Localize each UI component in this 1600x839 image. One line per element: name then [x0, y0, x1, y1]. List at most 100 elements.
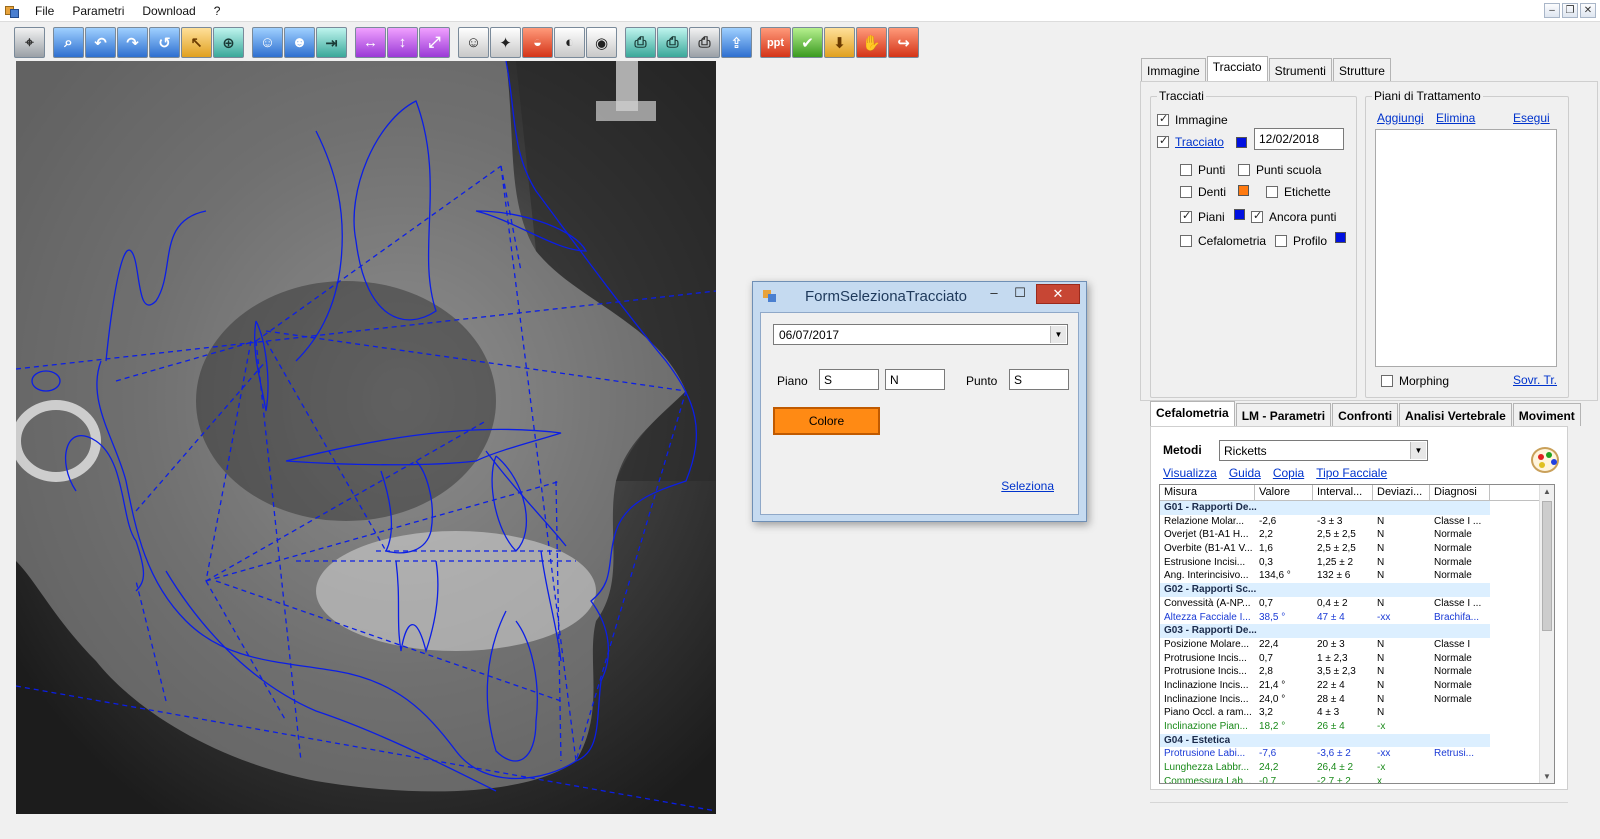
flip-horizontal-icon[interactable]: ↔ [355, 27, 386, 58]
table-row[interactable]: Ang. Interincisivo... 134,6 ° 132 ± 6 N Norm… [1160, 569, 1554, 583]
sovr-tr-link[interactable]: Sovr. Tr. [1513, 373, 1557, 387]
table-row[interactable]: Overbite (B1-A1 V... 1,6 2,5 ± 2,5 N Normale [1160, 542, 1554, 556]
piano-input-2[interactable]: N [885, 369, 945, 390]
piani-checkbox[interactable]: Piani [1180, 209, 1225, 224]
patient-icon[interactable]: ☺ [252, 27, 283, 58]
column-intervallo[interactable]: Interval... [1313, 485, 1373, 500]
table-row[interactable]: Protrusione Incis... 0,7 1 ± 2,3 N Normale [1160, 652, 1554, 666]
colore-button[interactable]: Colore [773, 407, 880, 435]
chevron-down-icon[interactable]: ▼ [1410, 442, 1426, 459]
exit-icon[interactable]: ↪ [888, 27, 919, 58]
tab-tracciato[interactable]: Tracciato [1206, 56, 1268, 81]
tipo-facciale-link[interactable]: Tipo Facciale [1316, 466, 1387, 480]
print-preview-icon[interactable]: ⎙ [657, 27, 688, 58]
face-profile-icon[interactable]: ◐ [554, 27, 585, 58]
dialog-maximize-icon[interactable]: ☐ [1008, 284, 1032, 304]
table-row[interactable]: Inclinazione Incis... 21,4 ° 22 ± 4 N Normal… [1160, 679, 1554, 693]
denti-color-swatch[interactable] [1238, 185, 1249, 196]
cephalometric-xray-image[interactable] [16, 61, 716, 814]
esegui-link[interactable]: Esegui [1513, 111, 1550, 125]
rotate-left-icon[interactable]: ↶ [85, 27, 116, 58]
tab-cefalometria[interactable]: Cefalometria [1150, 401, 1235, 426]
table-row[interactable]: Posizione Molare... 22,4 20 ± 3 N Classe I [1160, 638, 1554, 652]
column-misura[interactable]: Misura [1160, 485, 1255, 500]
minimize-icon[interactable]: – [1544, 3, 1560, 18]
piani-color-swatch[interactable] [1234, 209, 1245, 220]
table-row[interactable]: Altezza Facciale I... 38,5 ° 47 ± 4 -xx Brac… [1160, 611, 1554, 625]
punto-input[interactable]: S [1009, 369, 1069, 390]
tracciato-link[interactable]: Tracciato [1175, 135, 1224, 149]
table-row[interactable]: Convessità (A-NP... 0,7 0,4 ± 2 N Classe I .… [1160, 597, 1554, 611]
group-row[interactable]: G03 - Rapporti De... [1160, 624, 1490, 638]
menu-parametri[interactable]: Parametri [63, 4, 133, 18]
date-select[interactable]: 06/07/2017 ▼ [773, 324, 1068, 345]
profilo-checkbox[interactable]: Profilo [1275, 234, 1327, 248]
import-icon[interactable]: ⇥ [316, 27, 347, 58]
cefalometria-checkbox[interactable]: Cefalometria [1180, 234, 1266, 248]
export-icon[interactable]: ⇪ [721, 27, 752, 58]
morphing-checkbox[interactable]: Morphing [1381, 374, 1449, 388]
metodi-select[interactable]: Ricketts ▼ [1219, 440, 1428, 461]
chevron-down-icon[interactable]: ▼ [1050, 326, 1066, 343]
hand-icon[interactable]: ✋ [856, 27, 887, 58]
profilo-color-swatch[interactable] [1335, 232, 1346, 243]
resize-icon[interactable]: ⤢ [419, 27, 450, 58]
column-valore[interactable]: Valore [1255, 485, 1313, 500]
dialog-title-bar[interactable]: FormSelezionaTracciato – ☐ ✕ [753, 282, 1086, 310]
table-row[interactable]: Inclinazione Incis... 24,0 ° 28 ± 4 N Normal… [1160, 693, 1554, 707]
patient-search-icon[interactable]: ☻ [284, 27, 315, 58]
reset-view-icon[interactable]: ↺ [149, 27, 180, 58]
print-icon[interactable]: ⎙ [625, 27, 656, 58]
group-row[interactable]: G02 - Rapporti Sc... [1160, 583, 1490, 597]
tab-confronti[interactable]: Confronti [1332, 403, 1399, 426]
tab-immagine[interactable]: Immagine [1141, 58, 1206, 81]
tab-analisi-vertebrale[interactable]: Analisi Vertebrale [1399, 403, 1512, 426]
visualizza-link[interactable]: Visualizza [1163, 466, 1217, 480]
copia-link[interactable]: Copia [1273, 466, 1304, 480]
download-icon[interactable]: ⬇ [824, 27, 855, 58]
measurements-grid[interactable]: Misura Valore Interval... Deviazi... Dia… [1159, 484, 1555, 784]
aggiungi-link[interactable]: Aggiungi [1377, 111, 1424, 125]
ancora-punti-checkbox[interactable]: Ancora punti [1251, 209, 1336, 224]
dialog-close-icon[interactable]: ✕ [1036, 284, 1080, 304]
menu-download[interactable]: Download [133, 4, 204, 18]
table-row[interactable]: Lunghezza Labbr... 24,2 26,4 ± 2 -x [1160, 761, 1554, 775]
tracciato-date-field[interactable]: 12/02/2018 [1254, 128, 1344, 150]
column-diagnosi[interactable]: Diagnosi [1430, 485, 1490, 500]
scroll-up-icon[interactable]: ▲ [1543, 487, 1551, 496]
table-row[interactable]: Commessura Lab... -0,7 -2,7 ± 2 x [1160, 775, 1554, 783]
elimina-link[interactable]: Elimina [1436, 111, 1475, 125]
powerpoint-icon[interactable]: ppt [760, 27, 791, 58]
tracciato-color-swatch[interactable] [1236, 137, 1247, 148]
table-row[interactable]: Protrusione Labi... -7,6 -3,6 ± 2 -xx Retrus… [1160, 747, 1554, 761]
magnifier-icon[interactable]: ⊕ [213, 27, 244, 58]
tab-moviment[interactable]: Moviment [1512, 403, 1581, 426]
tab-lm-parametri[interactable]: LM - Parametri [1235, 403, 1332, 426]
close-icon[interactable]: ✕ [1580, 3, 1596, 18]
menu-file[interactable]: File [26, 4, 63, 18]
piano-input-1[interactable]: S [819, 369, 879, 390]
seleziona-link[interactable]: Seleziona [1001, 479, 1054, 493]
menu-help[interactable]: ? [205, 4, 230, 18]
denti-checkbox[interactable]: Denti [1180, 185, 1226, 199]
ruler-icon[interactable]: ⌖ [14, 27, 45, 58]
tab-strutture[interactable]: Strutture [1332, 58, 1391, 81]
eye-icon[interactable]: ◉ [586, 27, 617, 58]
pointer-icon[interactable]: ↖ [181, 27, 212, 58]
flip-vertical-icon[interactable]: ↕ [387, 27, 418, 58]
profile-photo-icon[interactable]: ☺ [458, 27, 489, 58]
zoom-icon[interactable]: ⌕ [53, 27, 84, 58]
table-row[interactable]: Piano Occl. a ram... 3,2 4 ± 3 N [1160, 706, 1554, 720]
wand-icon[interactable]: ✦ [490, 27, 521, 58]
punti-checkbox[interactable]: Punti [1180, 163, 1225, 177]
print-setup-icon[interactable]: ⎙ [689, 27, 720, 58]
rotate-right-icon[interactable]: ↷ [117, 27, 148, 58]
column-deviazione[interactable]: Deviazi... [1373, 485, 1430, 500]
piani-list[interactable] [1375, 129, 1557, 367]
tab-strumenti[interactable]: Strumenti [1268, 58, 1332, 81]
grid-scrollbar[interactable]: ▲ ▼ [1539, 485, 1554, 783]
tracciato-checkbox[interactable]: Tracciato [1157, 134, 1224, 149]
punti-scuola-checkbox[interactable]: Punti scuola [1238, 163, 1321, 177]
scroll-thumb[interactable] [1542, 501, 1552, 631]
group-row[interactable]: G01 - Rapporti De... [1160, 501, 1490, 515]
